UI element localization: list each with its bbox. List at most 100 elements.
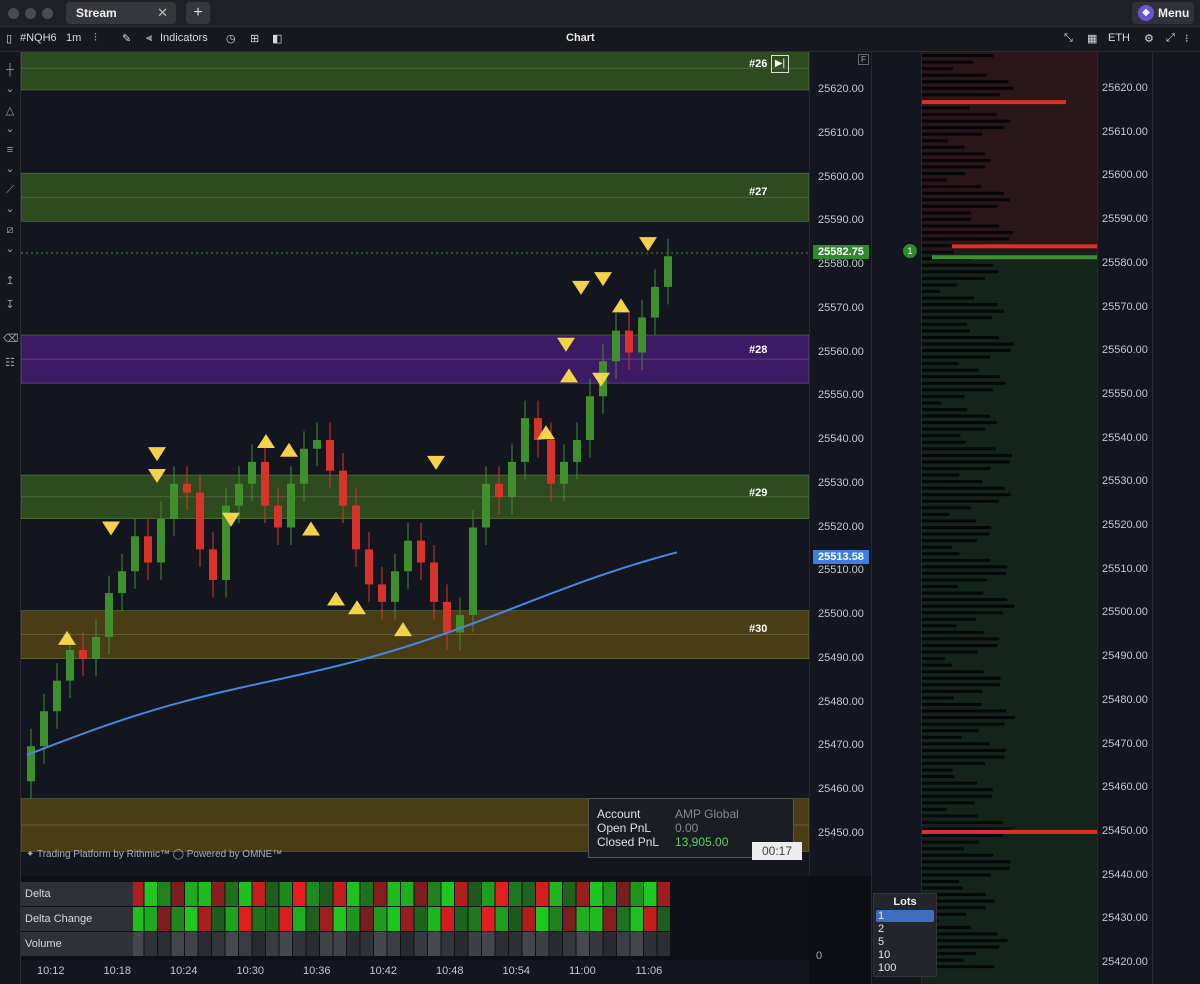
chevron-down-icon[interactable]: ⌄	[3, 162, 17, 175]
indicator-cell	[266, 882, 279, 906]
profile-bar	[922, 349, 1011, 353]
sort-down-icon[interactable]: ↧	[3, 298, 17, 311]
close-icon[interactable]: ✕	[157, 5, 168, 21]
price-label: 25470.00	[818, 739, 864, 752]
layout-icon[interactable]: ⊞	[250, 32, 259, 45]
candle-body	[326, 440, 334, 471]
tab-stream[interactable]: Stream ✕	[66, 2, 176, 24]
lots-option[interactable]: 1	[876, 910, 934, 922]
profile-bar	[922, 375, 1001, 379]
price-axis[interactable]: 25620.00 25610.00 25600.00 25590.00 25580.00…	[809, 52, 872, 876]
chart-type-icon[interactable]: ⫶	[94, 32, 97, 45]
time-label: 11:00	[569, 965, 596, 977]
price-label: 25590.00	[818, 214, 864, 227]
more-icon[interactable]: ⁝	[1185, 32, 1189, 45]
crosshair-icon[interactable]: ┼	[3, 64, 17, 76]
time-label: 10:54	[502, 965, 531, 977]
chevron-down-icon[interactable]: ⌄	[3, 202, 17, 215]
collapse-icon[interactable]: ⤡	[1064, 32, 1073, 45]
lots-option[interactable]: 2	[876, 923, 934, 935]
triangle-tool-icon[interactable]: △	[3, 104, 17, 117]
profile-bar	[922, 211, 971, 215]
candle-body	[235, 483, 243, 506]
signal-triangle	[639, 237, 657, 252]
profile-bar	[922, 604, 1015, 608]
panel-icon[interactable]: ◧	[272, 32, 282, 45]
chevron-down-icon[interactable]: ⌄	[3, 242, 17, 255]
lots-selector[interactable]: Lots 1 2 5 10 100	[873, 893, 937, 977]
profile-bar	[922, 637, 1000, 641]
sort-up-icon[interactable]: ↥	[3, 274, 17, 287]
chevron-down-icon[interactable]: ⌄	[3, 82, 17, 95]
session-selector[interactable]: ETH	[1108, 32, 1130, 44]
fib-tool-icon[interactable]: ≡	[3, 144, 17, 156]
lots-option[interactable]: 5	[876, 936, 934, 948]
profile-bar	[922, 204, 998, 208]
profile-bar	[922, 486, 1005, 490]
symbol-selector[interactable]: #NQH6	[20, 32, 57, 44]
indicator-cell	[468, 907, 481, 931]
indicator-cell	[293, 932, 306, 956]
clock-icon[interactable]: ◷	[226, 32, 236, 45]
time-axis[interactable]: 10:12 10:18 10:24 10:30 10:36 10:42 10:48 10:54…	[21, 960, 809, 984]
lots-option[interactable]: 10	[876, 949, 934, 961]
candle-body	[287, 483, 295, 528]
profile-bar	[922, 381, 1006, 385]
profile-bar	[922, 630, 984, 634]
profile-bar	[922, 460, 1010, 464]
ruler-icon[interactable]: ⧄	[3, 224, 17, 237]
indicator-cell	[441, 932, 454, 956]
menu-button[interactable]: ◆ Menu	[1132, 2, 1194, 24]
account-key: Account	[597, 807, 641, 821]
lots-option[interactable]: 100	[876, 962, 934, 974]
profile-bar	[922, 696, 954, 700]
interval-selector[interactable]: 1m	[66, 32, 81, 44]
profile-bar	[922, 139, 949, 143]
object-tree-icon[interactable]: ☷	[3, 356, 17, 369]
curve-tool-icon[interactable]: ⟋	[3, 184, 17, 197]
profile-bar	[922, 801, 975, 805]
profile-bar	[922, 814, 978, 818]
pencil-icon[interactable]: ✎	[122, 32, 131, 45]
level-line	[952, 244, 1098, 249]
indicator-cell	[333, 932, 346, 956]
indicator-cell	[468, 882, 481, 906]
indicator-cell	[306, 932, 319, 956]
dom-price-axis: 25620.00 25610.00 25600.00 25590.00 25580.00…	[1097, 52, 1153, 984]
candle-body	[157, 518, 165, 563]
indicators-button[interactable]: Indicators	[160, 32, 208, 44]
expand-icon[interactable]: ⤢	[1166, 32, 1175, 45]
candle-body	[274, 505, 282, 528]
indicator-cell	[522, 907, 535, 931]
window-close-dot[interactable]	[8, 8, 19, 19]
new-tab-button[interactable]: +	[186, 2, 210, 24]
indicator-cell	[630, 907, 643, 931]
indicator-cell	[225, 907, 238, 931]
indicators-icon[interactable]: ⫷	[146, 32, 152, 45]
candle-body	[430, 562, 438, 602]
window-minimize-dot[interactable]	[25, 8, 36, 19]
signal-triangle	[302, 521, 320, 536]
indicator-cell	[279, 882, 292, 906]
indicator-cell	[576, 907, 589, 931]
gear-icon[interactable]: ⚙	[1144, 32, 1154, 45]
dom-price-label: 25600.00	[1102, 169, 1148, 182]
scroll-to-end-icon[interactable]: ▶|	[771, 55, 789, 73]
eraser-icon[interactable]: ⌫	[3, 332, 19, 345]
indicator-zero-label: 0	[816, 950, 823, 962]
dom-position-column	[871, 52, 922, 984]
price-chart[interactable]: #26 ▶| #27 #28 #29 #30	[21, 52, 809, 876]
price-label: 25570.00	[818, 301, 864, 314]
indicator-cell	[536, 907, 549, 931]
profile-bar	[922, 165, 986, 169]
time-label: 10:42	[369, 965, 398, 977]
window-zoom-dot[interactable]	[42, 8, 53, 19]
dom-volume-profile[interactable]	[921, 52, 1098, 984]
profile-bar	[922, 270, 999, 274]
f-marker[interactable]: F	[858, 54, 869, 65]
calendar-icon[interactable]: ▦	[1087, 32, 1097, 45]
volume-profile-canvas	[922, 52, 1098, 984]
link-icon[interactable]: ▯	[6, 32, 12, 45]
profile-bar	[922, 499, 999, 503]
chevron-down-icon[interactable]: ⌄	[3, 122, 17, 135]
